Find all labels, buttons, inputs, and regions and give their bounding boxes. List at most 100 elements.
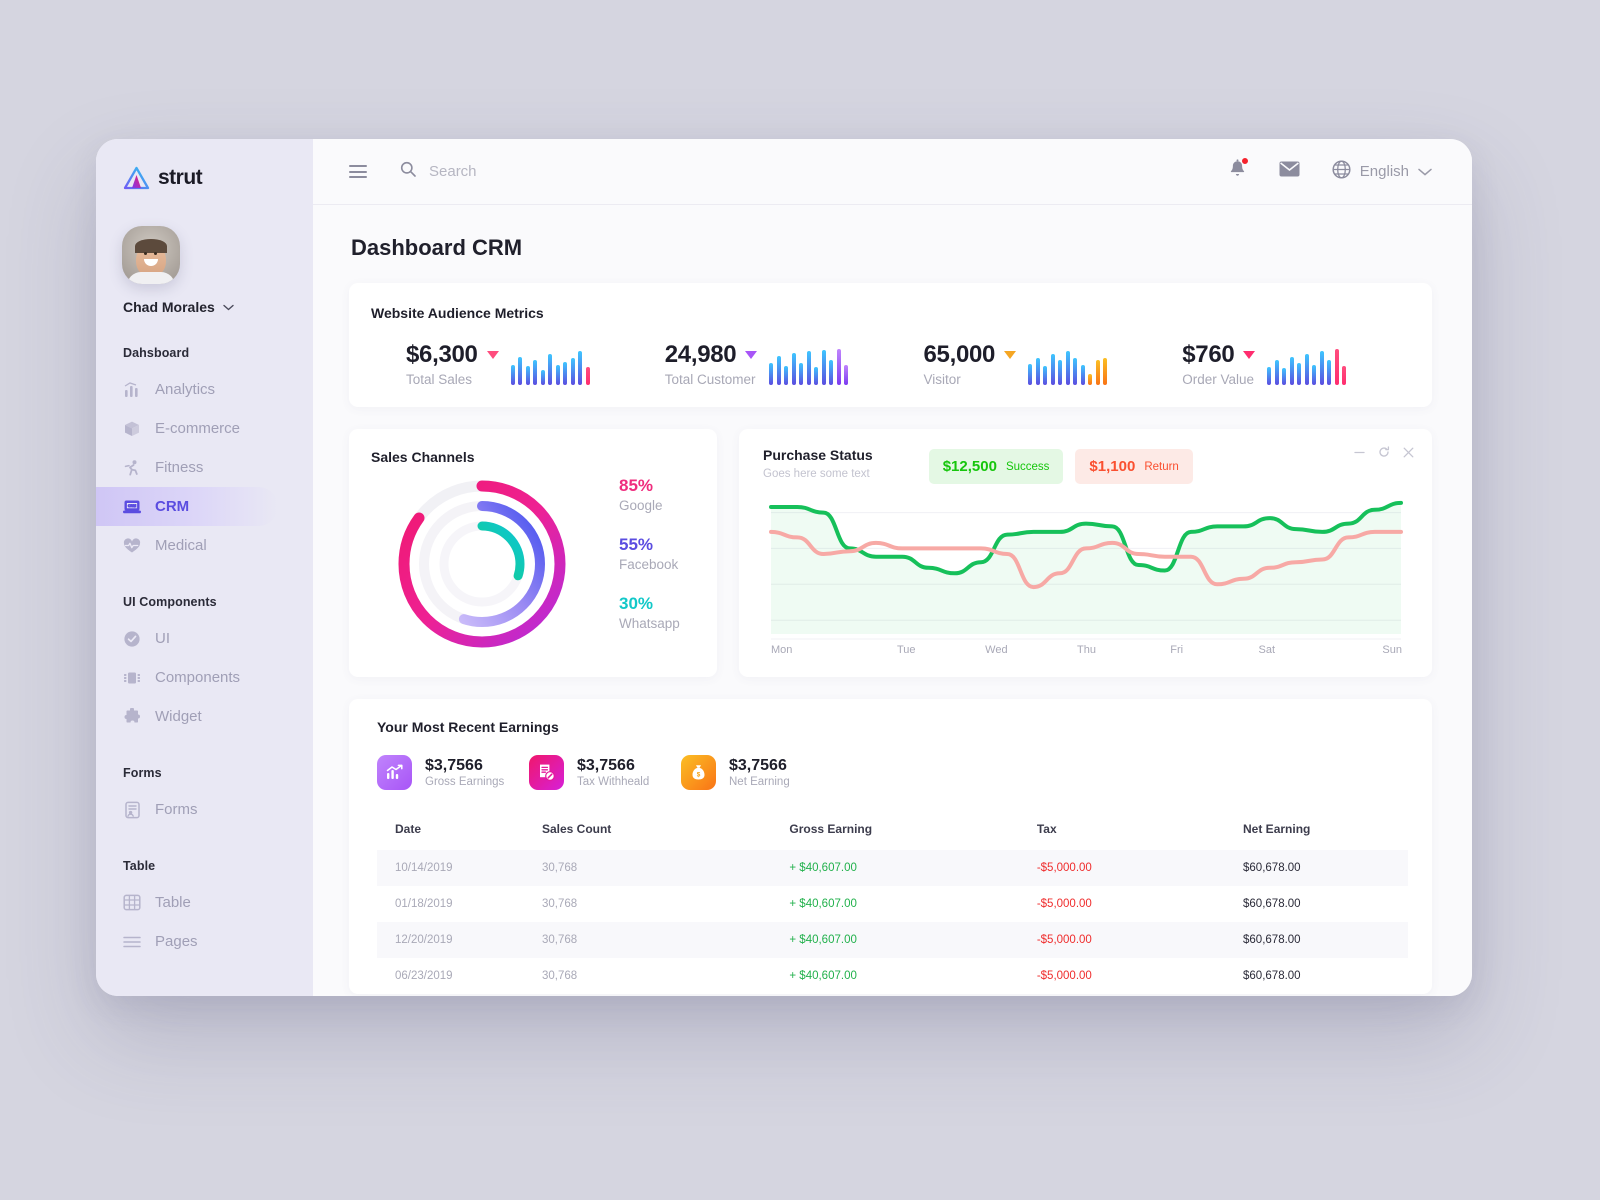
- hamburger-menu-icon[interactable]: [349, 165, 367, 178]
- cell-gross: + $40,607.00: [789, 922, 1037, 958]
- spark-bar: [518, 357, 523, 385]
- spark-bar: [548, 354, 553, 385]
- window-controls: [1354, 445, 1414, 463]
- refresh-icon[interactable]: [1378, 445, 1390, 463]
- spark-bar: [1297, 362, 1302, 385]
- brand[interactable]: strut: [96, 139, 313, 190]
- sidebar-item-crm[interactable]: CRM CRM: [96, 487, 278, 526]
- spark-bar: [570, 358, 575, 385]
- spark-bar: [533, 360, 538, 385]
- table-body: 10/14/2019 30,768 + $40,607.00 -$5,000.00 $6…: [377, 850, 1408, 994]
- metric-value-row: 65,000: [924, 341, 1017, 369]
- pill-label: Success: [1005, 460, 1050, 473]
- metric-value-row: $760: [1182, 341, 1256, 369]
- close-icon[interactable]: [1403, 445, 1414, 463]
- cell-gross: + $40,607.00: [789, 898, 857, 910]
- purchase-status-line-chart: [755, 490, 1412, 640]
- metric-label: Total Sales: [406, 372, 473, 387]
- metric-label: Order Value: [1182, 372, 1255, 387]
- envelope-icon[interactable]: [1279, 161, 1300, 182]
- nav-section-title: Table: [123, 859, 156, 873]
- form-icon: [123, 801, 141, 819]
- earning-label: Tax Withheald: [577, 776, 650, 788]
- metric-label: Visitor: [923, 372, 961, 387]
- sidebar-item-forms[interactable]: Forms: [96, 790, 313, 829]
- topbar: English: [313, 139, 1472, 205]
- table-row[interactable]: 12/20/2019 30,768 + $40,607.00 -$5,000.00 $6…: [377, 922, 1408, 958]
- cell-tax: -$5,000.00: [1036, 850, 1244, 886]
- crm-laptop-icon: CRM: [123, 498, 141, 516]
- spark-bar: [776, 355, 781, 385]
- sidebar-item-components[interactable]: Components: [96, 658, 313, 697]
- search-input[interactable]: [429, 163, 789, 180]
- metric-sparkline: [1028, 347, 1108, 387]
- sidebar-item-medical[interactable]: Medical: [96, 526, 313, 565]
- spark-bar: [585, 367, 590, 385]
- minimize-icon[interactable]: [1354, 445, 1365, 463]
- spark-bar: [844, 364, 849, 385]
- sales-channels-donut-chart: [389, 471, 575, 657]
- legend-label: Whatsapp: [619, 615, 680, 631]
- avatar-wrap[interactable]: [96, 190, 313, 284]
- cell-net: $60,678.00: [1243, 922, 1408, 958]
- spark-bar: [799, 362, 804, 385]
- sales-channels-card: Sales Channels 85% Google 55% Facebook 3…: [349, 429, 717, 677]
- sidebar-item-fitness[interactable]: Fitness: [96, 448, 313, 487]
- chevron-down-icon[interactable]: [1418, 163, 1432, 180]
- sidebar-item-analytics[interactable]: Analytics: [96, 370, 313, 409]
- avatar[interactable]: [122, 226, 180, 284]
- cell-sales-count: 30,768: [541, 898, 578, 910]
- sidebar-item-ui[interactable]: UI: [96, 619, 313, 658]
- spark-bar: [1103, 358, 1108, 385]
- bell-icon[interactable]: [1228, 157, 1249, 184]
- x-tick-label: Sun: [1382, 644, 1402, 656]
- spark-bar: [1088, 373, 1093, 385]
- earning-value: $3,7566: [577, 757, 635, 774]
- user-menu[interactable]: Chad Morales: [96, 284, 313, 316]
- metric-sparkline: [510, 347, 590, 387]
- spark-bar: [836, 349, 841, 385]
- search-bar[interactable]: [400, 161, 1228, 182]
- status-pills: $12,500 Success $1,100 Return: [928, 447, 1193, 484]
- nav-section-title: Forms: [123, 766, 162, 780]
- sidebar-item-pages[interactable]: Pages: [96, 922, 313, 961]
- metric-order-value: $760 Order Value: [1147, 341, 1406, 387]
- spark-bar: [1282, 367, 1287, 385]
- trend-down-icon: [486, 351, 499, 359]
- triangle-logo-icon: [123, 166, 150, 190]
- spark-bar: [1073, 358, 1078, 385]
- spark-bar: [791, 352, 796, 385]
- globe-icon: [1332, 160, 1351, 183]
- sidebar-item-widget[interactable]: Widget: [96, 697, 313, 736]
- language-selector[interactable]: English: [1332, 160, 1432, 183]
- sidebar-item-e-commerce[interactable]: E-commerce: [96, 409, 313, 448]
- metric-total-sales: $6,300 Total Sales: [371, 341, 630, 387]
- svg-text:$: $: [697, 772, 701, 779]
- spark-bar: [1028, 364, 1033, 385]
- sidebar-item-label: E-commerce: [155, 420, 241, 437]
- x-tick-label: Thu: [1077, 644, 1096, 656]
- spark-bar: [1319, 351, 1324, 385]
- legend-label: Google: [619, 497, 663, 513]
- list-lines-icon: [123, 933, 141, 951]
- content-area: Dashboard CRM Website Audience Metrics $…: [313, 205, 1472, 996]
- spark-bar: [1304, 354, 1309, 385]
- cell-tax: -$5,000.00: [1036, 970, 1092, 982]
- spark-bar: [563, 362, 568, 385]
- metric-value-row: $6,300: [406, 341, 499, 369]
- table-row[interactable]: 01/18/2019 30,768 + $40,607.00 -$5,000.00 $6…: [377, 886, 1408, 922]
- trend-down-icon: [1243, 351, 1256, 359]
- page-title: Dashboard CRM: [351, 235, 523, 260]
- table-row[interactable]: 10/14/2019 30,768 + $40,607.00 -$5,000.00 $6…: [377, 850, 1408, 886]
- sidebar-item-table[interactable]: Table: [96, 883, 313, 922]
- second-row: Sales Channels 85% Google 55% Facebook 3…: [349, 429, 1432, 677]
- sidebar-item-label: Analytics: [155, 381, 216, 398]
- cell-tax: -$5,000.00: [1036, 898, 1092, 910]
- chart-x-axis: Mon Tue Wed Thu Fri Sat Sun: [755, 644, 1412, 656]
- cell-date: 01/18/2019: [395, 898, 453, 910]
- earnings-stats: $3,7566 Gross Earnings $3,7566 Tax Withheal…: [377, 755, 1408, 790]
- chevron-down-icon[interactable]: [223, 298, 234, 316]
- table-row[interactable]: 06/23/2019 30,768 + $40,607.00 -$5,000.00 $6…: [377, 958, 1408, 994]
- nav-section-title: Dahsboard: [123, 346, 190, 360]
- bar-chart-icon: [123, 381, 141, 399]
